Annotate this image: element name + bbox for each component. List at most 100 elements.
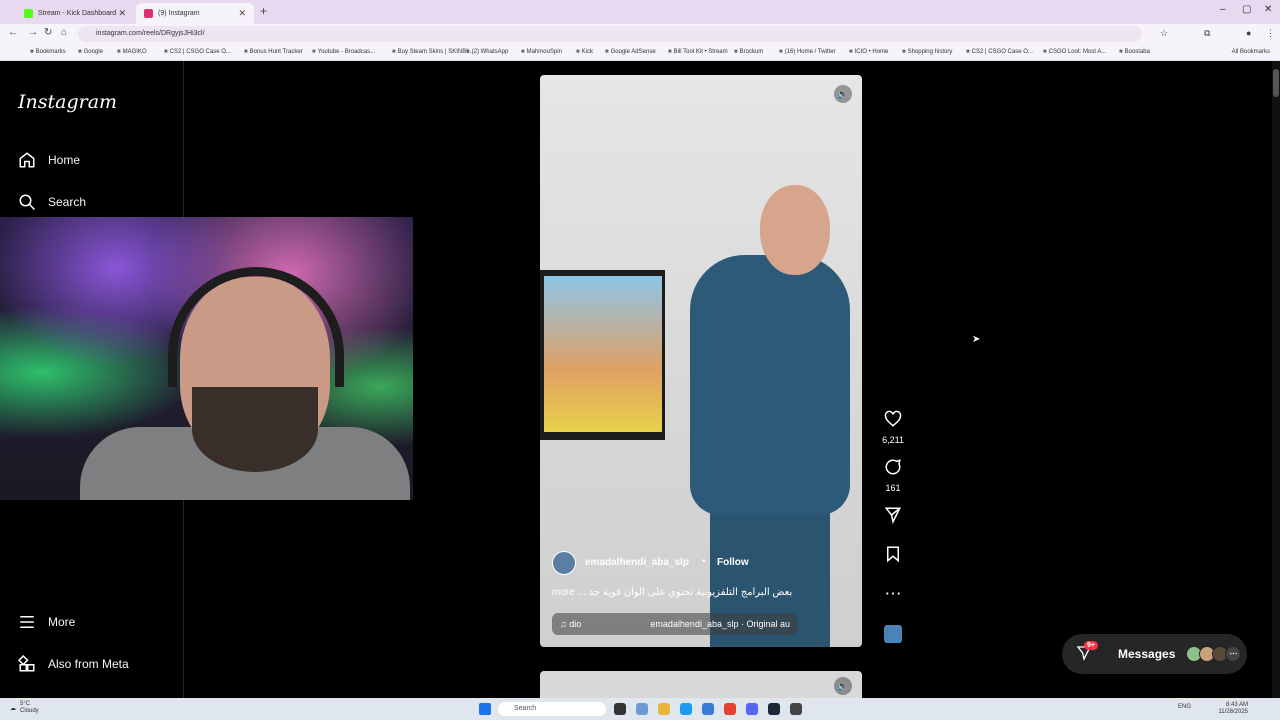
grid-icon bbox=[18, 655, 36, 673]
audio-link[interactable]: ♫ dio emadalhendi_aba_slp · Original au bbox=[552, 613, 798, 635]
comment-icon bbox=[880, 458, 906, 481]
recent-contacts: ⋯ bbox=[1186, 646, 1242, 662]
back-icon[interactable]: ← bbox=[8, 27, 18, 38]
extensions-icon[interactable]: ⧉ bbox=[1204, 28, 1210, 39]
app-icon[interactable] bbox=[790, 703, 802, 715]
bookmark-item[interactable]: (2) WhatsApp bbox=[466, 49, 509, 55]
follow-button[interactable]: Follow bbox=[717, 557, 749, 568]
reel-video[interactable]: 🔈 emadalhendi_aba_slp • Follow more ... … bbox=[540, 75, 862, 647]
bookmark-item[interactable]: CSGO Loot: Most A... bbox=[1043, 49, 1107, 55]
avatar[interactable] bbox=[552, 551, 576, 575]
bookmark-item[interactable]: Google bbox=[78, 49, 103, 55]
webcam-person-beard bbox=[192, 387, 318, 472]
tab-label: Stream - Kick Dashboard bbox=[38, 10, 117, 17]
comment-button[interactable]: 161 bbox=[880, 458, 906, 493]
windows-start-icon[interactable] bbox=[479, 703, 491, 715]
sidebar-item-home[interactable]: Home bbox=[18, 151, 80, 169]
more-options-button[interactable]: ⋯ bbox=[880, 584, 906, 604]
tab-instagram[interactable]: (9) Instagram ✕ bbox=[136, 3, 254, 24]
sidebar-item-search[interactable]: Search bbox=[18, 193, 86, 211]
menu-icon bbox=[18, 613, 36, 631]
volume-icon[interactable]: 🔈 bbox=[834, 677, 852, 695]
taskbar-search-input[interactable]: Search bbox=[498, 702, 606, 716]
like-count: 6,211 bbox=[882, 435, 904, 445]
bookmark-icon bbox=[880, 545, 906, 568]
steam-icon[interactable] bbox=[768, 703, 780, 715]
tab-kick-dashboard[interactable]: Stream - Kick Dashboard ✕ bbox=[16, 3, 134, 24]
scrollbar[interactable] bbox=[1272, 61, 1280, 698]
browser-menu-icon[interactable]: ⋮ bbox=[1266, 28, 1275, 39]
ellipsis-icon: ⋯ bbox=[884, 584, 902, 603]
save-button[interactable] bbox=[880, 545, 906, 568]
bookmark-item[interactable]: Kick bbox=[576, 49, 593, 55]
widgets-icon[interactable] bbox=[636, 703, 648, 715]
messages-label: Messages bbox=[1118, 647, 1176, 661]
bookmark-item[interactable]: Bookmarks bbox=[30, 49, 66, 55]
next-reel-video[interactable]: 🔈 bbox=[540, 671, 862, 698]
audio-label: dio bbox=[569, 619, 582, 629]
weather-temp: 5°C bbox=[20, 701, 31, 707]
system-clock[interactable]: 8:43 AM 11/28/2025 bbox=[1218, 702, 1248, 716]
forward-icon[interactable]: → bbox=[28, 27, 38, 38]
bookmark-item[interactable]: (16) Home / Twitter bbox=[779, 49, 836, 55]
reel-caption[interactable]: more ... بعض البرامج التلفزيونية تحتوي ع… bbox=[552, 587, 802, 598]
sidebar-item-also-from-meta[interactable]: Also from Meta bbox=[18, 655, 129, 673]
minimize-icon[interactable]: – bbox=[1220, 4, 1226, 15]
bookmark-item[interactable]: MAGIKO bbox=[117, 49, 147, 55]
mouse-cursor-icon: ➤ bbox=[972, 334, 981, 345]
notification-badge: 9+ bbox=[1084, 641, 1098, 650]
profile-icon[interactable]: ● bbox=[1246, 28, 1251, 38]
chrome-icon[interactable] bbox=[724, 703, 736, 715]
home-browser-icon[interactable]: ⌂ bbox=[61, 27, 67, 38]
weather-desc: Cloudy bbox=[20, 708, 39, 714]
bookmark-star-icon[interactable]: ☆ bbox=[1160, 28, 1168, 39]
url-input[interactable]: instagram.com/reels/DRgyjsJHi3cl/ bbox=[78, 26, 1142, 42]
like-button[interactable]: 6,211 bbox=[880, 410, 906, 445]
bookmark-item[interactable]: Bill Tool Kit • Stream bbox=[668, 49, 728, 55]
close-tab-icon[interactable]: ✕ bbox=[118, 8, 126, 19]
separator-dot: • bbox=[702, 556, 706, 567]
share-button[interactable] bbox=[880, 506, 906, 529]
bookmark-item[interactable]: ICIO • Home bbox=[849, 49, 889, 55]
bookmarks-bar: Bookmarks Google MAGIKO CS2 | CSGO Case … bbox=[0, 44, 1280, 61]
bookmark-item[interactable]: Shopping history bbox=[902, 49, 953, 55]
bookmark-item[interactable]: Youtube - Broadcas... bbox=[312, 49, 375, 55]
reel-username[interactable]: emadalhendi_aba_slp bbox=[585, 557, 689, 568]
close-window-icon[interactable]: ✕ bbox=[1264, 4, 1272, 15]
edge-icon[interactable] bbox=[680, 703, 692, 715]
store-icon[interactable] bbox=[702, 703, 714, 715]
weather-widget[interactable]: ☁ 5°C Cloudy bbox=[10, 701, 39, 715]
task-view-icon[interactable] bbox=[614, 703, 626, 715]
close-tab-icon[interactable]: ✕ bbox=[238, 8, 246, 19]
sidebar-item-label: More bbox=[48, 615, 76, 629]
cloud-icon: ☁ bbox=[10, 705, 16, 712]
discord-icon[interactable] bbox=[746, 703, 758, 715]
bookmark-item[interactable]: Brockum bbox=[734, 49, 764, 55]
bookmark-item[interactable]: Buy Steam Skins | SKINBI... bbox=[392, 49, 473, 55]
bookmark-item[interactable]: CS2 | CSGO Case O... bbox=[164, 49, 231, 55]
bookmark-item[interactable]: Google AdSense bbox=[605, 49, 656, 55]
bookmark-item[interactable]: Bonus Hunt Tracker bbox=[244, 49, 303, 55]
bookmark-item[interactable]: Boostaba bbox=[1119, 49, 1150, 55]
music-note-icon: ♫ bbox=[560, 619, 570, 629]
bookmark-item[interactable]: CS2 | CSGO Case O... bbox=[966, 49, 1033, 55]
language-indicator[interactable]: ENG bbox=[1178, 704, 1191, 710]
audio-thumbnail[interactable] bbox=[884, 625, 902, 643]
reload-icon[interactable]: ↻ bbox=[44, 27, 52, 38]
messages-button[interactable]: 9+ Messages ⋯ bbox=[1062, 634, 1247, 674]
volume-icon[interactable]: 🔈 bbox=[834, 85, 852, 103]
sidebar-item-more[interactable]: More bbox=[18, 613, 75, 631]
instagram-logo[interactable]: Instagram bbox=[18, 91, 117, 113]
all-bookmarks-link[interactable]: All Bookmarks bbox=[1232, 49, 1270, 55]
file-explorer-icon[interactable] bbox=[658, 703, 670, 715]
maximize-icon[interactable]: ▢ bbox=[1242, 4, 1251, 15]
audio-source: emadalhendi_aba_slp · Original au bbox=[650, 619, 790, 629]
webcam-overlay bbox=[0, 217, 413, 500]
new-tab-button[interactable]: + bbox=[260, 4, 267, 18]
windows-taskbar: ☁ 5°C Cloudy Search ENG 8:43 AM 11/28/20… bbox=[0, 698, 1280, 720]
clock-time: 8:43 AM bbox=[1225, 702, 1248, 708]
reel-info: emadalhendi_aba_slp • Follow more ... بع… bbox=[552, 547, 852, 647]
bookmark-item[interactable]: MahmouSpin bbox=[521, 49, 562, 55]
search-icon bbox=[18, 193, 36, 211]
sidebar-item-label: Also from Meta bbox=[48, 657, 129, 671]
